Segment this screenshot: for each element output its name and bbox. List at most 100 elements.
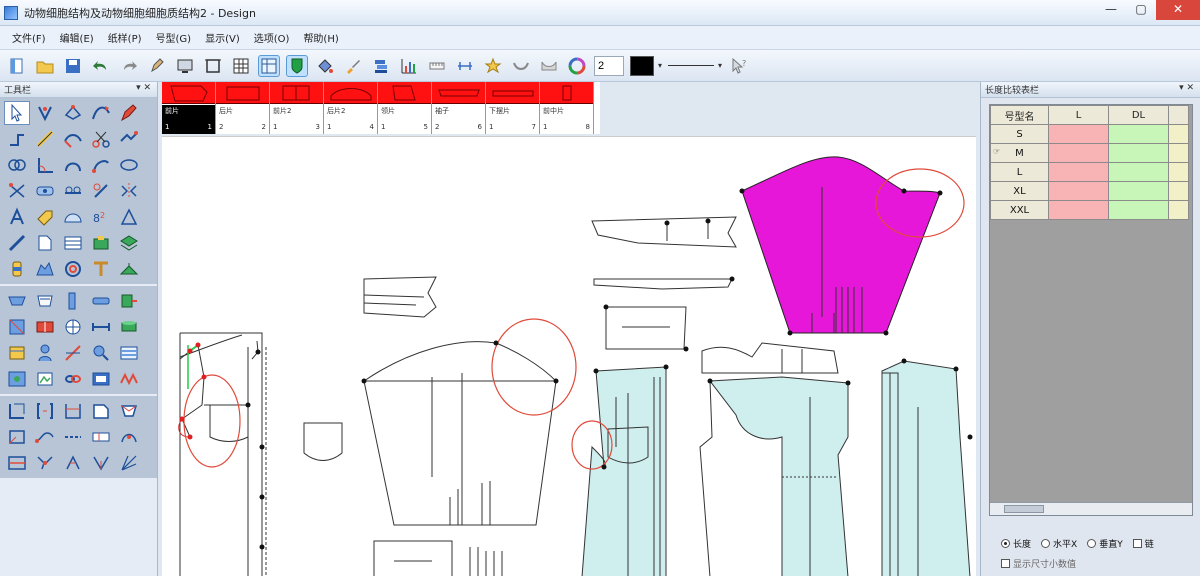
new-file-button[interactable] [6,55,28,77]
pattern-piece-tool[interactable] [32,231,58,255]
band-tool[interactable] [88,425,114,449]
radio-horizontal[interactable] [1041,539,1051,548]
front-panel-piece[interactable] [581,366,667,576]
facing-tool[interactable] [60,399,86,423]
line-style-selector[interactable] [668,65,715,66]
option-horizontal[interactable]: 水平X [1041,537,1077,550]
grid-view-toggle[interactable] [258,54,280,77]
piece-card-back[interactable]: 后片 2 2 [216,82,270,134]
split-tool[interactable] [32,315,58,339]
menu-size[interactable]: 号型(G) [156,30,192,45]
t-square-tool[interactable] [88,257,114,281]
table-row[interactable]: XL [990,181,1189,201]
pen-tool-button[interactable] [146,55,168,77]
shape-tool[interactable] [32,257,58,281]
pattern-drawing[interactable] [162,137,976,576]
stripe-tool[interactable] [116,341,142,365]
table-row[interactable]: XXL [990,200,1189,220]
drawing-canvas[interactable] [162,136,976,576]
frame-edit-tool[interactable] [4,399,30,423]
l-cell[interactable] [1048,181,1109,201]
option-length[interactable]: 长度 [1001,537,1031,550]
dart-tool[interactable] [32,179,58,203]
minimize-button[interactable]: — [1096,0,1126,20]
l-cell[interactable] [1048,200,1109,220]
color-dropdown-icon[interactable]: ▾ [658,61,662,70]
line-color-picker[interactable] [630,55,654,76]
fabric-tool[interactable] [4,367,30,391]
spiral-tool[interactable] [60,257,86,281]
curve-edit-tool[interactable] [88,101,114,125]
angle-tool[interactable] [32,153,58,177]
mirror-tool[interactable] [116,179,142,203]
line-style-dropdown-icon[interactable]: ▾ [718,61,722,70]
piece-card-hem[interactable]: 下摆片 1 7 [486,82,540,134]
piece-card-front[interactable]: 前片 1 1 [162,82,216,134]
curve-tool[interactable] [60,127,86,151]
chain-tool[interactable] [60,367,86,391]
tag-tool[interactable] [32,205,58,229]
drill-tool[interactable] [32,451,58,475]
cloth-tool[interactable] [4,341,30,365]
menu-help[interactable]: 帮助(H) [303,30,338,45]
ellipse-tool[interactable] [116,153,142,177]
color-wheel-button[interactable] [566,55,588,77]
save-button[interactable] [62,55,84,77]
piece-card-sleeve[interactable]: 袖子 2 6 [432,82,486,134]
text-tool[interactable] [4,205,30,229]
collar-piece[interactable] [363,276,437,318]
cut-piece-tool[interactable] [4,451,30,475]
piece-card-back2[interactable]: 后片2 1 4 [324,82,378,134]
button-place-tool[interactable] [88,341,114,365]
star-button[interactable] [482,55,504,77]
belt-tool[interactable] [88,289,114,313]
scrollbar-thumb[interactable] [1004,505,1044,513]
collar-tool[interactable] [116,399,142,423]
paint-bucket-button[interactable] [314,55,336,77]
l-cell[interactable] [1048,143,1109,163]
frame-button[interactable] [202,55,224,77]
ruler-button[interactable] [426,55,448,77]
grade-tool[interactable] [116,127,142,151]
grid-button[interactable] [230,55,252,77]
menu-view[interactable]: 显示(V) [205,30,240,45]
dl-cell[interactable] [1108,143,1169,163]
number-tool[interactable]: 82 [88,205,114,229]
stack-tool[interactable] [116,231,142,255]
spread-tool[interactable] [88,451,114,475]
back-bodice-piece[interactable] [363,341,557,576]
dash-tool[interactable] [60,425,86,449]
sleeve-tool[interactable] [60,289,86,313]
col-dl[interactable]: DL [1108,105,1169,125]
cuff-piece-1[interactable] [591,216,737,248]
ruler-tool[interactable] [4,231,30,255]
select-tool[interactable] [4,101,30,125]
radio-length[interactable] [1001,539,1010,548]
close-button[interactable]: ✕ [1156,0,1200,20]
length-panel-pin-close[interactable]: ▾ ✕ [1179,83,1194,93]
decimal-option[interactable]: 显示尺寸小数值 [1001,557,1076,570]
bowl-tool[interactable] [32,289,58,313]
cut-tool[interactable] [4,179,30,203]
ray-tool[interactable] [116,451,142,475]
screen-button[interactable] [174,55,196,77]
pencil-tool[interactable] [116,101,142,125]
undo-button[interactable] [90,55,112,77]
table-row[interactable]: ☞ M [990,143,1189,163]
table-row[interactable]: S [990,124,1189,144]
dl-cell[interactable] [1108,162,1169,182]
rect-tool[interactable] [4,127,30,151]
arc2-tool[interactable] [88,153,114,177]
horizontal-scrollbar[interactable] [990,502,1192,515]
side-panel-piece[interactable] [699,376,849,576]
measure-button[interactable] [454,55,476,77]
col-size-name[interactable]: 号型名 [990,105,1049,125]
adjust-tool[interactable] [32,101,58,125]
cuff-piece-2[interactable] [593,278,733,290]
dl-cell[interactable] [1108,181,1169,201]
pleat-tool[interactable] [60,315,86,339]
pocket-tool[interactable] [88,399,114,423]
rotate-tool[interactable] [88,179,114,203]
back-panel-piece[interactable] [881,360,971,576]
loop-tool[interactable] [116,425,142,449]
